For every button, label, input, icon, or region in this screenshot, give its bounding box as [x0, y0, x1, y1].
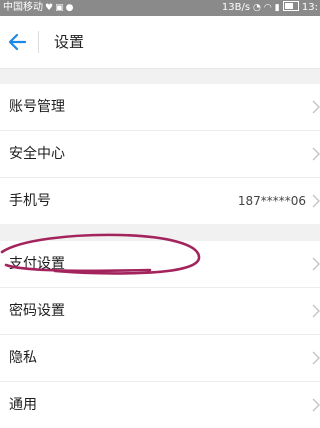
- row-label: 密码设置: [9, 303, 65, 319]
- clock: 13:: [301, 2, 318, 13]
- settings-row-security-center[interactable]: 安全中心: [0, 131, 320, 178]
- settings-row-password-settings[interactable]: 密码设置: [0, 288, 320, 335]
- back-button[interactable]: [6, 30, 28, 54]
- wifi-icon: ◠: [263, 3, 272, 13]
- phone-number-value: 187*****06: [237, 194, 306, 208]
- hand-drawn-circle-annotation: [0, 233, 201, 275]
- alarm-icon: ◔: [253, 3, 261, 13]
- settings-row-general[interactable]: 通用: [0, 382, 320, 428]
- chevron-right-icon: [312, 398, 320, 412]
- carrier-label: 中国移动: [3, 2, 43, 13]
- chat-icon: ●: [65, 3, 74, 13]
- chevron-right-icon: [312, 257, 320, 271]
- page-title: 设置: [54, 33, 85, 51]
- network-speed: 13B/s: [221, 2, 251, 13]
- settings-row-account-management[interactable]: 账号管理: [0, 84, 320, 131]
- row-label: 隐私: [9, 350, 37, 366]
- status-left: 中国移动 ♥ ▣ ●: [3, 0, 73, 16]
- chevron-right-icon: [312, 351, 320, 365]
- heart-icon: ♥: [45, 3, 54, 13]
- settings-row-phone-number[interactable]: 手机号 187*****06: [0, 178, 320, 224]
- chevron-right-icon: [312, 100, 320, 114]
- battery-icon: [282, 1, 299, 11]
- row-label: 账号管理: [9, 99, 65, 115]
- settings-group-account: 账号管理 安全中心 手机号 187*****06: [0, 84, 320, 224]
- row-label: 手机号: [9, 193, 51, 209]
- header-divider: [38, 31, 39, 53]
- back-arrow-icon: [8, 33, 27, 51]
- status-bar: 中国移动 ♥ ▣ ● 13B/s ◔ ◠ ▮ 13:: [0, 0, 320, 16]
- chevron-right-icon: [312, 304, 320, 318]
- signal-icon: ▮: [274, 3, 280, 13]
- settings-row-privacy[interactable]: 隐私: [0, 335, 320, 382]
- notification-icon: ▣: [55, 3, 64, 13]
- row-label: 安全中心: [9, 146, 65, 162]
- status-right: 13B/s ◔ ◠ ▮ 13:: [222, 0, 318, 16]
- app-header: 设置: [0, 16, 320, 69]
- row-label: 通用: [9, 397, 37, 413]
- chevron-right-icon: [312, 194, 320, 208]
- chevron-right-icon: [312, 147, 320, 161]
